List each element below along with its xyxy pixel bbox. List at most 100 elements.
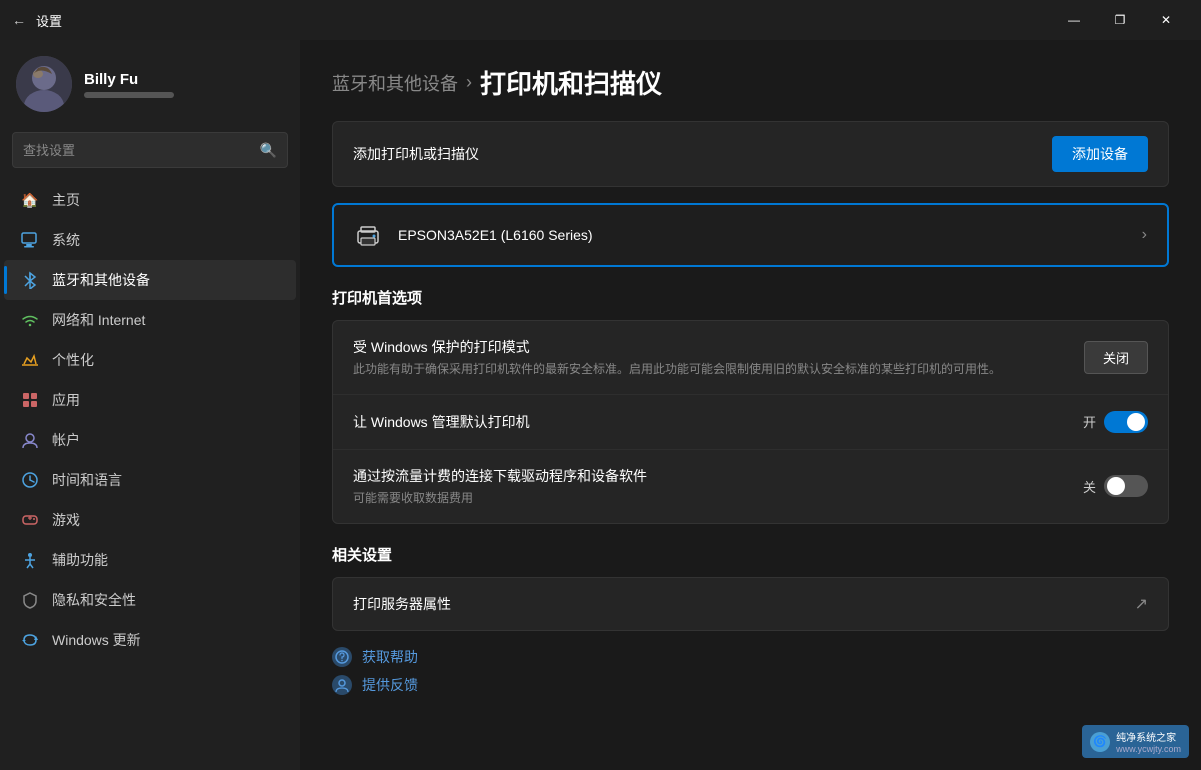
network-icon bbox=[20, 310, 40, 330]
nav-bluetooth[interactable]: 蓝牙和其他设备 bbox=[4, 260, 296, 300]
close-button[interactable]: ✕ bbox=[1143, 4, 1189, 36]
search-box[interactable]: 🔍 bbox=[12, 132, 288, 168]
user-status-bar bbox=[84, 92, 174, 98]
nav-network[interactable]: 网络和 Internet bbox=[4, 300, 296, 340]
related-settings-card: 打印服务器属性 ↗ bbox=[332, 577, 1169, 631]
metered-info: 通过按流量计费的连接下载驱动程序和设备软件 可能需要收取数据费用 bbox=[353, 466, 1063, 507]
update-icon bbox=[20, 630, 40, 650]
toggle-knob bbox=[1127, 413, 1145, 431]
main-layout: Billy Fu 🔍 🏠 主页 系统 蓝牙和其他设备 bbox=[0, 40, 1201, 770]
windows-manage-title: 让 Windows 管理默认打印机 bbox=[353, 412, 1063, 432]
personalize-icon bbox=[20, 350, 40, 370]
apps-icon bbox=[20, 390, 40, 410]
breadcrumb-separator: › bbox=[466, 72, 472, 93]
windows-protected-info: 受 Windows 保护的打印模式 此功能有助于确保采用打印机软件的最新安全标准… bbox=[353, 337, 1064, 378]
page-title: 打印机和扫描仪 bbox=[480, 64, 662, 101]
nav-update[interactable]: Windows 更新 bbox=[4, 620, 296, 660]
toggle-off-label: 关 bbox=[1083, 477, 1096, 496]
feedback-link[interactable]: 提供反馈 bbox=[332, 675, 1169, 695]
print-server-title: 打印服务器属性 bbox=[353, 594, 451, 614]
footer-links: 获取帮助 提供反馈 bbox=[332, 647, 1169, 695]
watermark-icon: 🌀 bbox=[1090, 732, 1110, 752]
nav-label-personalize: 个性化 bbox=[52, 350, 94, 370]
gaming-icon bbox=[20, 510, 40, 530]
nav-label-time: 时间和语言 bbox=[52, 470, 122, 490]
add-device-button[interactable]: 添加设备 bbox=[1052, 136, 1148, 172]
toggle-on-label: 开 bbox=[1083, 412, 1096, 431]
nav-personalize[interactable]: 个性化 bbox=[4, 340, 296, 380]
titlebar: ← 设置 — ❐ ✕ bbox=[0, 0, 1201, 40]
nav-label-accessibility: 辅助功能 bbox=[52, 550, 108, 570]
windows-protected-title: 受 Windows 保护的打印模式 bbox=[353, 337, 1064, 357]
nav-label-system: 系统 bbox=[52, 230, 80, 250]
back-button[interactable]: ← bbox=[12, 12, 26, 28]
privacy-icon bbox=[20, 590, 40, 610]
printer-chevron-icon: › bbox=[1142, 226, 1147, 244]
windows-manage-control[interactable]: 开 bbox=[1083, 411, 1148, 433]
user-info: Billy Fu bbox=[84, 71, 174, 98]
maximize-button[interactable]: ❐ bbox=[1097, 4, 1143, 36]
metered-control[interactable]: 关 bbox=[1083, 475, 1148, 497]
add-printer-label: 添加打印机或扫描仪 bbox=[353, 144, 479, 164]
printer-name: EPSON3A52E1 (L6160 Series) bbox=[398, 227, 1126, 243]
minimize-button[interactable]: — bbox=[1051, 4, 1097, 36]
nav-time[interactable]: 时间和语言 bbox=[4, 460, 296, 500]
content-area: 蓝牙和其他设备 › 打印机和扫描仪 添加打印机或扫描仪 添加设备 EPSON3A… bbox=[300, 40, 1201, 770]
watermark-text: 纯净系统之家 www.ycwjty.com bbox=[1116, 729, 1181, 754]
nav-apps[interactable]: 应用 bbox=[4, 380, 296, 420]
printer-item[interactable]: EPSON3A52E1 (L6160 Series) › bbox=[332, 203, 1169, 267]
titlebar-title: 设置 bbox=[36, 11, 62, 30]
time-icon bbox=[20, 470, 40, 490]
nav-home[interactable]: 🏠 主页 bbox=[4, 180, 296, 220]
nav-accounts[interactable]: 帐户 bbox=[4, 420, 296, 460]
system-icon bbox=[20, 230, 40, 250]
related-settings-heading: 相关设置 bbox=[332, 544, 1169, 565]
search-icon: 🔍 bbox=[260, 142, 277, 159]
nav-label-apps: 应用 bbox=[52, 390, 80, 410]
nav-label-privacy: 隐私和安全性 bbox=[52, 590, 136, 610]
nav-accessibility[interactable]: 辅助功能 bbox=[4, 540, 296, 580]
metered-title: 通过按流量计费的连接下载驱动程序和设备软件 bbox=[353, 466, 1063, 486]
windows-manage-info: 让 Windows 管理默认打印机 bbox=[353, 412, 1063, 432]
toggle-knob-metered bbox=[1107, 477, 1125, 495]
titlebar-left: ← 设置 bbox=[12, 11, 62, 30]
accounts-icon bbox=[20, 430, 40, 450]
add-printer-row: 添加打印机或扫描仪 添加设备 bbox=[332, 121, 1169, 187]
nav-system[interactable]: 系统 bbox=[4, 220, 296, 260]
windows-protected-control: 关闭 bbox=[1084, 341, 1148, 374]
printer-prefs-card: 受 Windows 保护的打印模式 此功能有助于确保采用打印机软件的最新安全标准… bbox=[332, 320, 1169, 524]
manage-printer-toggle[interactable] bbox=[1104, 411, 1148, 433]
bluetooth-icon bbox=[20, 270, 40, 290]
feedback-label: 提供反馈 bbox=[362, 675, 418, 695]
user-profile[interactable]: Billy Fu bbox=[0, 40, 300, 132]
page-header: 蓝牙和其他设备 › 打印机和扫描仪 bbox=[300, 40, 1201, 121]
nav-label-bluetooth: 蓝牙和其他设备 bbox=[52, 270, 150, 290]
nav-label-network: 网络和 Internet bbox=[52, 310, 145, 330]
metered-toggle[interactable] bbox=[1104, 475, 1148, 497]
printer-icon bbox=[354, 221, 382, 249]
user-name: Billy Fu bbox=[84, 71, 174, 88]
windows-protected-button[interactable]: 关闭 bbox=[1084, 341, 1148, 374]
nav-privacy[interactable]: 隐私和安全性 bbox=[4, 580, 296, 620]
nav-label-gaming: 游戏 bbox=[52, 510, 80, 530]
search-input[interactable] bbox=[23, 143, 252, 158]
breadcrumb-parent[interactable]: 蓝牙和其他设备 bbox=[332, 70, 458, 96]
printer-prefs-heading: 打印机首选项 bbox=[332, 287, 1169, 308]
avatar bbox=[16, 56, 72, 112]
home-icon: 🏠 bbox=[20, 190, 40, 210]
windows-manage-row: 让 Windows 管理默认打印机 开 bbox=[333, 395, 1168, 450]
sidebar: Billy Fu 🔍 🏠 主页 系统 蓝牙和其他设备 bbox=[0, 40, 300, 770]
nav-label-update: Windows 更新 bbox=[52, 630, 141, 650]
titlebar-controls: — ❐ ✕ bbox=[1051, 4, 1189, 36]
nav-gaming[interactable]: 游戏 bbox=[4, 500, 296, 540]
metered-desc: 可能需要收取数据费用 bbox=[353, 490, 1063, 507]
nav-label-home: 主页 bbox=[52, 190, 80, 210]
help-label: 获取帮助 bbox=[362, 647, 418, 667]
windows-protected-desc: 此功能有助于确保采用打印机软件的最新安全标准。启用此功能可能会限制使用旧的默认安… bbox=[353, 361, 1064, 378]
external-link-icon: ↗ bbox=[1135, 594, 1148, 614]
print-server-row[interactable]: 打印服务器属性 ↗ bbox=[333, 578, 1168, 630]
nav-label-accounts: 帐户 bbox=[52, 430, 80, 450]
windows-protected-row: 受 Windows 保护的打印模式 此功能有助于确保采用打印机软件的最新安全标准… bbox=[333, 321, 1168, 395]
feedback-icon bbox=[332, 675, 352, 695]
help-link[interactable]: 获取帮助 bbox=[332, 647, 1169, 667]
